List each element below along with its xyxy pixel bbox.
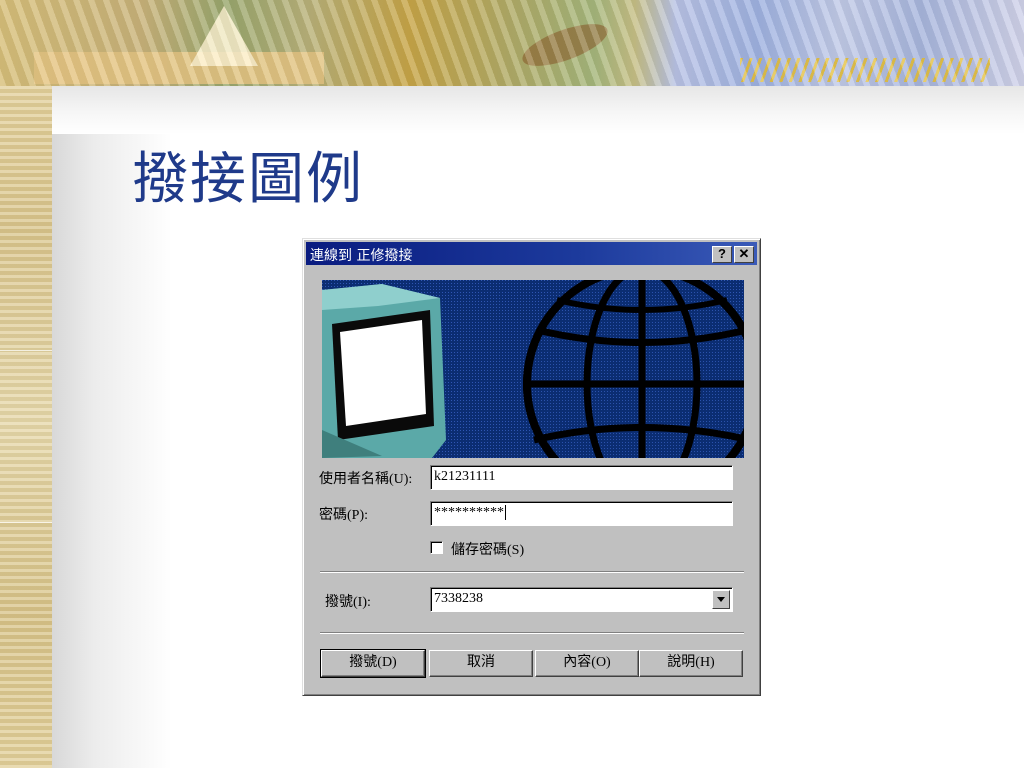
orange-accent-bar — [34, 52, 324, 84]
dialog-title: 連線到 正修撥接 — [310, 248, 413, 264]
username-field[interactable]: k21231111 — [430, 465, 733, 490]
password-value: ********** — [434, 505, 504, 520]
computer-monitor-and-globe-illustration — [322, 280, 744, 458]
dial-number-value: 7338238 — [434, 591, 483, 606]
separator — [320, 571, 744, 573]
password-label: 密碼(P): — [319, 508, 368, 523]
chevron-down-icon[interactable] — [712, 590, 730, 609]
save-password-label[interactable]: 儲存密碼(S) — [451, 539, 524, 559]
dial-number-dropdown[interactable]: 7338238 — [430, 587, 733, 612]
top-shadow — [52, 86, 1024, 134]
cancel-button[interactable]: 取消 — [429, 650, 533, 677]
dialog-help-button[interactable]: 說明(H) — [639, 650, 743, 677]
dial-label: 撥號(I): — [325, 595, 371, 610]
properties-button[interactable]: 內容(O) — [535, 650, 639, 677]
dial-button[interactable]: 撥號(D) — [320, 649, 426, 678]
grass-decoration — [740, 58, 990, 82]
separator — [320, 632, 744, 634]
slide-title: 撥接圖例 — [132, 147, 364, 212]
username-value: k21231111 — [434, 469, 496, 484]
left-decorative-strip — [0, 0, 52, 768]
password-field[interactable]: ********** — [430, 501, 733, 526]
dialog-titlebar[interactable]: 連線到 正修撥接 ? ✕ — [306, 242, 757, 265]
save-password-checkbox[interactable] — [430, 541, 443, 554]
leaf-decoration — [517, 15, 613, 75]
help-button[interactable]: ? — [712, 246, 732, 263]
dial-up-connection-dialog: 連線到 正修撥接 ? ✕ 使用者名稱(U): k21231111 密碼(P): … — [302, 238, 761, 696]
close-button[interactable]: ✕ — [734, 246, 754, 263]
text-caret — [505, 505, 506, 521]
top-decorative-banner — [0, 0, 1024, 86]
leaf-decoration — [190, 6, 258, 66]
username-label: 使用者名稱(U): — [319, 472, 413, 487]
